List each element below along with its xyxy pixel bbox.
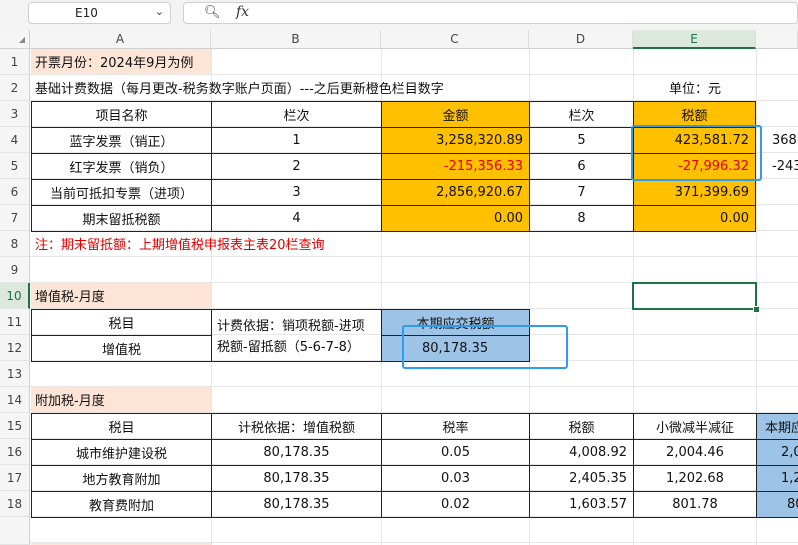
cell-f15[interactable]: 本期应: [756, 413, 798, 440]
cell-b15[interactable]: 计税依据：增值税额: [211, 413, 382, 440]
cell-d17[interactable]: 2,405.35: [529, 465, 634, 492]
cell-a11[interactable]: 税目: [31, 309, 212, 336]
cell-c18[interactable]: 0.02: [381, 491, 530, 518]
basis-line-2: 税额-留抵额（5-6-7-8）: [217, 340, 360, 355]
cell-b17[interactable]: 80,178.35: [211, 465, 382, 492]
row-header-7[interactable]: 7: [0, 205, 30, 231]
cell-a16[interactable]: 城市维护建设税: [31, 439, 212, 466]
cell-a4[interactable]: 蓝字发票（销正）: [31, 127, 212, 154]
column-header-b[interactable]: B: [211, 30, 381, 49]
row-header-11[interactable]: 11: [0, 309, 30, 335]
zoom-icon[interactable]: 🔍︎: [204, 5, 221, 20]
row-header-3[interactable]: 3: [0, 101, 30, 127]
cell-f16[interactable]: 2,0: [756, 439, 798, 466]
cell-reference: E10: [75, 6, 98, 20]
cell-a5[interactable]: 红字发票（销负）: [31, 153, 212, 180]
row-header-13[interactable]: 13: [0, 361, 30, 387]
cell-b16[interactable]: 80,178.35: [211, 439, 382, 466]
cell-d6[interactable]: 7: [529, 179, 634, 206]
column-header-a[interactable]: A: [30, 30, 211, 49]
fill-handle[interactable]: [753, 306, 760, 313]
cell-a17[interactable]: 地方教育附加: [31, 465, 212, 492]
cell-a8[interactable]: 注：期末留抵额：上期增值税申报表主表20栏查询: [31, 231, 531, 256]
row-header-2[interactable]: 2: [0, 75, 30, 101]
cell-b4[interactable]: 1: [211, 127, 382, 154]
row-header-18[interactable]: 18: [0, 491, 30, 517]
cell-d15[interactable]: 税额: [529, 413, 634, 440]
select-all-corner[interactable]: ◢: [0, 30, 30, 49]
cell-a2[interactable]: 基础计费数据（每月更改-税务数字账户页面）---之后更新橙色栏目数字: [31, 75, 551, 100]
name-box[interactable]: E10 ⌄: [28, 2, 171, 24]
row-header-5[interactable]: 5: [0, 153, 30, 179]
cell-a10[interactable]: 增值税-月度: [31, 283, 211, 308]
cell-d4[interactable]: 5: [529, 127, 634, 154]
chevron-down-icon[interactable]: ⌄: [155, 5, 164, 18]
cell-e18[interactable]: 801.78: [633, 491, 757, 518]
cell-f18[interactable]: 80: [756, 491, 798, 518]
highlight-box-vat: [402, 325, 568, 369]
row-header-4[interactable]: 4: [0, 127, 30, 153]
cell-a12[interactable]: 增值税: [31, 335, 212, 362]
column-header-d[interactable]: D: [529, 30, 633, 49]
column-header-f[interactable]: [756, 30, 798, 49]
cell-a14[interactable]: 附加税-月度: [31, 387, 211, 412]
cell-c17[interactable]: 0.03: [381, 465, 530, 492]
cell-c7[interactable]: 0.00: [381, 205, 530, 232]
fx-icon[interactable]: fx: [236, 4, 249, 20]
row-header-12[interactable]: 12: [0, 335, 30, 361]
cell-b3[interactable]: 栏次: [211, 101, 382, 128]
cell-b11-merged[interactable]: 计费依据：销项税额-进项 税额-留抵额（5-6-7-8）: [211, 309, 382, 362]
cell-d16[interactable]: 4,008.92: [529, 439, 634, 466]
cell-e17[interactable]: 1,202.68: [633, 465, 757, 492]
formula-input[interactable]: 🔍︎ fx: [183, 2, 798, 24]
cell-d3[interactable]: 栏次: [529, 101, 634, 128]
formula-bar: E10 ⌄ 🔍︎ fx: [0, 0, 798, 31]
cell-d5[interactable]: 6: [529, 153, 634, 180]
column-header-e[interactable]: E: [633, 30, 756, 49]
cell-a18[interactable]: 教育费附加: [31, 491, 212, 518]
highlight-box-tax: [631, 125, 762, 181]
cell-e15[interactable]: 小微减半减征: [633, 413, 757, 440]
cell-c3[interactable]: 金额: [381, 101, 530, 128]
cell-a6[interactable]: 当前可抵扣专票（进项）: [31, 179, 212, 206]
row-header-1[interactable]: 1: [0, 49, 30, 75]
cell-f17[interactable]: 1,2: [756, 465, 798, 492]
cell-e2[interactable]: 单位：元: [665, 75, 755, 100]
cell-e16[interactable]: 2,004.46: [633, 439, 757, 466]
cell-f5[interactable]: -243: [768, 153, 798, 179]
cell-a1[interactable]: 开票月份：2024年9月为例: [31, 49, 211, 74]
row-header-17[interactable]: 17: [0, 465, 30, 491]
cell-c6[interactable]: 2,856,920.67: [381, 179, 530, 206]
basis-line-1: 计费依据：销项税额-进项: [217, 319, 365, 334]
cell-b5[interactable]: 2: [211, 153, 382, 180]
cell-c16[interactable]: 0.05: [381, 439, 530, 466]
cell-a7[interactable]: 期末留抵税额: [31, 205, 212, 232]
cell-a3[interactable]: 项目名称: [31, 101, 212, 128]
row-header-14[interactable]: 14: [0, 387, 30, 413]
cell-e3[interactable]: 税额: [633, 101, 756, 128]
cell-d18[interactable]: 1,603.57: [529, 491, 634, 518]
row-header-9[interactable]: 9: [0, 257, 30, 283]
active-cell-selection[interactable]: [632, 282, 757, 310]
row-header-8[interactable]: 8: [0, 231, 30, 257]
cell-a15[interactable]: 税目: [31, 413, 212, 440]
cell-e6[interactable]: 371,399.69: [633, 179, 756, 206]
row-header-10[interactable]: 10: [0, 283, 30, 309]
row-header-6[interactable]: 6: [0, 179, 30, 205]
cell-c5[interactable]: -215,356.33: [381, 153, 530, 180]
cell-e7[interactable]: 0.00: [633, 205, 756, 232]
row-header-19[interactable]: [0, 517, 30, 545]
row-header-16[interactable]: 16: [0, 439, 30, 465]
cell-b7[interactable]: 4: [211, 205, 382, 232]
cell-b6[interactable]: 3: [211, 179, 382, 206]
cell-c4[interactable]: 3,258,320.89: [381, 127, 530, 154]
cell-b18[interactable]: 80,178.35: [211, 491, 382, 518]
cell-f4[interactable]: 3681: [768, 127, 798, 153]
cell-d7[interactable]: 8: [529, 205, 634, 232]
row-header-15[interactable]: 15: [0, 413, 30, 439]
column-header-c[interactable]: C: [381, 30, 529, 49]
cell-c15[interactable]: 税率: [381, 413, 530, 440]
